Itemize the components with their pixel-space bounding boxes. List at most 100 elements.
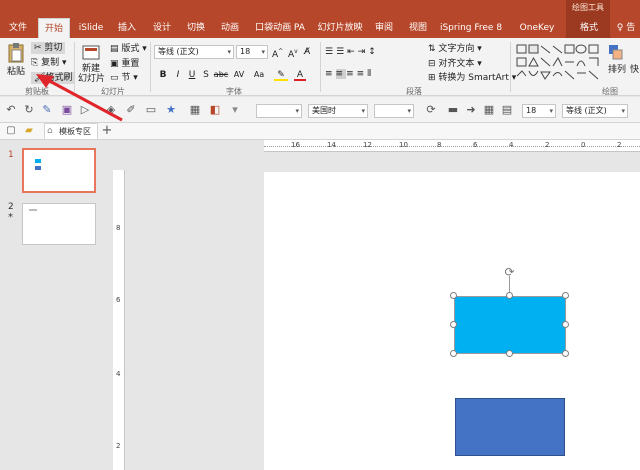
thumb-blue-shape (35, 166, 41, 170)
ruler-label: 10 (399, 141, 408, 149)
shapes-gallery[interactable] (514, 42, 602, 84)
chevron-down-icon: ▾ (295, 107, 299, 115)
char-spacing-button[interactable]: AV (230, 69, 248, 81)
folder-open-icon[interactable]: ▰ (22, 124, 36, 138)
add-tab-button[interactable]: + (100, 124, 114, 138)
reset-button[interactable]: ▣ 重置 (110, 58, 139, 70)
clear-format-icon[interactable]: A̸ (304, 46, 310, 58)
align-center-icon: ≡ (335, 69, 347, 79)
highlight-button[interactable]: ✎ (274, 69, 288, 81)
align-buttons[interactable]: ≡≡≡≡⫴ (325, 68, 374, 80)
tab-design[interactable]: 设计 (148, 18, 176, 38)
smartart-icon: ⊞ (428, 73, 439, 83)
home-icon: ⌂ (47, 126, 53, 136)
resize-handle[interactable] (562, 350, 569, 357)
resize-handle[interactable] (450, 350, 457, 357)
blue-rectangle-shape[interactable] (455, 398, 565, 456)
change-case-button[interactable]: Aa (250, 69, 268, 81)
text-direction-button[interactable]: ⇅ 文字方向 ▾ (428, 43, 482, 55)
separator (320, 42, 321, 92)
reset-icon: ▣ (110, 59, 122, 69)
italic-button[interactable]: I (172, 69, 184, 81)
drawing-tools-title: 绘图工具 (572, 3, 604, 12)
fill-color-icon[interactable]: ◧ (208, 103, 222, 117)
resize-handle[interactable] (562, 321, 569, 328)
slide-thumbnail-1[interactable] (22, 148, 96, 193)
qat-size-combo[interactable]: 18 ▾ (522, 104, 556, 118)
quick-styles-button[interactable]: 快 (630, 64, 639, 76)
resize-handle[interactable] (506, 292, 513, 299)
grow-font-button[interactable]: A^ (272, 46, 283, 60)
drawing-group-label: 绘图 (602, 87, 618, 96)
tab-format[interactable]: 格式 (574, 18, 604, 38)
qat-size-value: 18 (526, 106, 537, 115)
paste-icon[interactable] (6, 42, 26, 64)
paste-button[interactable]: 粘贴 (7, 66, 25, 78)
strikethrough-button[interactable]: abc (212, 69, 230, 81)
layout-button[interactable]: ▤ 版式 ▾ (110, 43, 147, 55)
ruler-label: 8 (116, 224, 121, 232)
rotate-handle-icon[interactable]: ⟳ (503, 266, 516, 279)
qat-time-combo[interactable]: 美国时 ▾ (308, 104, 368, 118)
resize-handle[interactable] (450, 292, 457, 299)
ruler-label: 6 (116, 296, 121, 304)
bold-button[interactable]: B (157, 69, 169, 81)
underline-button[interactable]: U (186, 69, 198, 81)
thumb-text-line (29, 209, 37, 211)
copy-label: 复制 (41, 58, 60, 68)
tab-insert[interactable]: 插入 (112, 18, 142, 38)
effects-icon[interactable]: ▾ (228, 103, 242, 117)
tell-me-search[interactable]: ♀ 告 (612, 18, 640, 38)
new-document-icon[interactable]: ▢ (4, 124, 18, 138)
star-icon[interactable]: ★ (164, 103, 178, 117)
tab-transitions[interactable]: 切换 (182, 18, 210, 38)
qat-blank-combo-2[interactable]: ▾ (374, 104, 414, 118)
qat-font-combo[interactable]: 等线 (正文) ▾ (562, 104, 628, 118)
undo-icon[interactable]: ↶ (4, 103, 18, 117)
tab-animations[interactable]: 动画 (216, 18, 244, 38)
arrange-button[interactable]: 排列 (608, 64, 626, 76)
cut-button[interactable]: ✂ 剪切 (31, 42, 66, 54)
font-name-combo[interactable]: 等线 (正文) ▾ (154, 45, 234, 59)
separator (150, 42, 151, 92)
tab-ispring[interactable]: iSpring Free 8 (438, 18, 504, 38)
folder-icon[interactable]: ▬ (446, 103, 460, 117)
new-slide-icon[interactable] (82, 44, 100, 62)
resize-handle[interactable] (506, 350, 513, 357)
outdent-icon: ⇥ (357, 47, 369, 57)
arrow-icon[interactable]: ➜ (464, 103, 478, 117)
shrink-font-button[interactable]: Av (288, 46, 298, 60)
tab-home[interactable]: 开始 (38, 18, 70, 38)
thumb-cyan-shape (35, 159, 41, 163)
resize-handle[interactable] (562, 292, 569, 299)
tab-islide[interactable]: iSlide (76, 18, 106, 38)
tab-slideshow[interactable]: 幻灯片放映 (314, 18, 366, 38)
font-color-button[interactable]: A (294, 69, 306, 81)
align-text-button[interactable]: ⊟ 对齐文本 ▾ (428, 58, 482, 70)
convert-smartart-button[interactable]: ⊞ 转换为 SmartArt ▾ (428, 72, 516, 84)
shadow-button[interactable]: S (200, 69, 212, 81)
resize-handle[interactable] (450, 321, 457, 328)
rotate-icon[interactable]: ⟳ (424, 103, 438, 117)
tab-onekey[interactable]: OneKey 6.4.8 (508, 18, 566, 53)
chevron-down-icon: ▾ (227, 48, 231, 56)
tab-pocket-animation[interactable]: 口袋动画 PA (252, 18, 308, 38)
bullets-button[interactable]: ☰☰⇤⇥↕ (325, 46, 379, 58)
align-text-label: 对齐文本 (438, 59, 475, 69)
table-icon[interactable]: ▤ (500, 103, 514, 117)
tab-review[interactable]: 审阅 (370, 18, 398, 38)
qat-blank-combo[interactable]: ▾ (256, 104, 302, 118)
font-size-combo[interactable]: 18 ▾ (236, 45, 268, 59)
tab-file[interactable]: 文件 (4, 18, 32, 38)
text-box-icon[interactable]: ▦ (188, 103, 202, 117)
text-direction-icon: ⇅ (428, 44, 439, 54)
text-direction-label: 文字方向 (438, 44, 475, 54)
copy-button[interactable]: ⎘ 复制 ▾ (31, 57, 66, 69)
grid-icon[interactable]: ▦ (482, 103, 496, 117)
slide-thumbnail-2[interactable] (22, 203, 96, 245)
tab-view[interactable]: 视图 (404, 18, 432, 38)
arrange-icon[interactable] (608, 44, 624, 62)
shape-icon[interactable]: ▭ (144, 103, 158, 117)
ruler-label: 4 (509, 141, 514, 149)
layout-icon: ▤ (110, 44, 122, 54)
